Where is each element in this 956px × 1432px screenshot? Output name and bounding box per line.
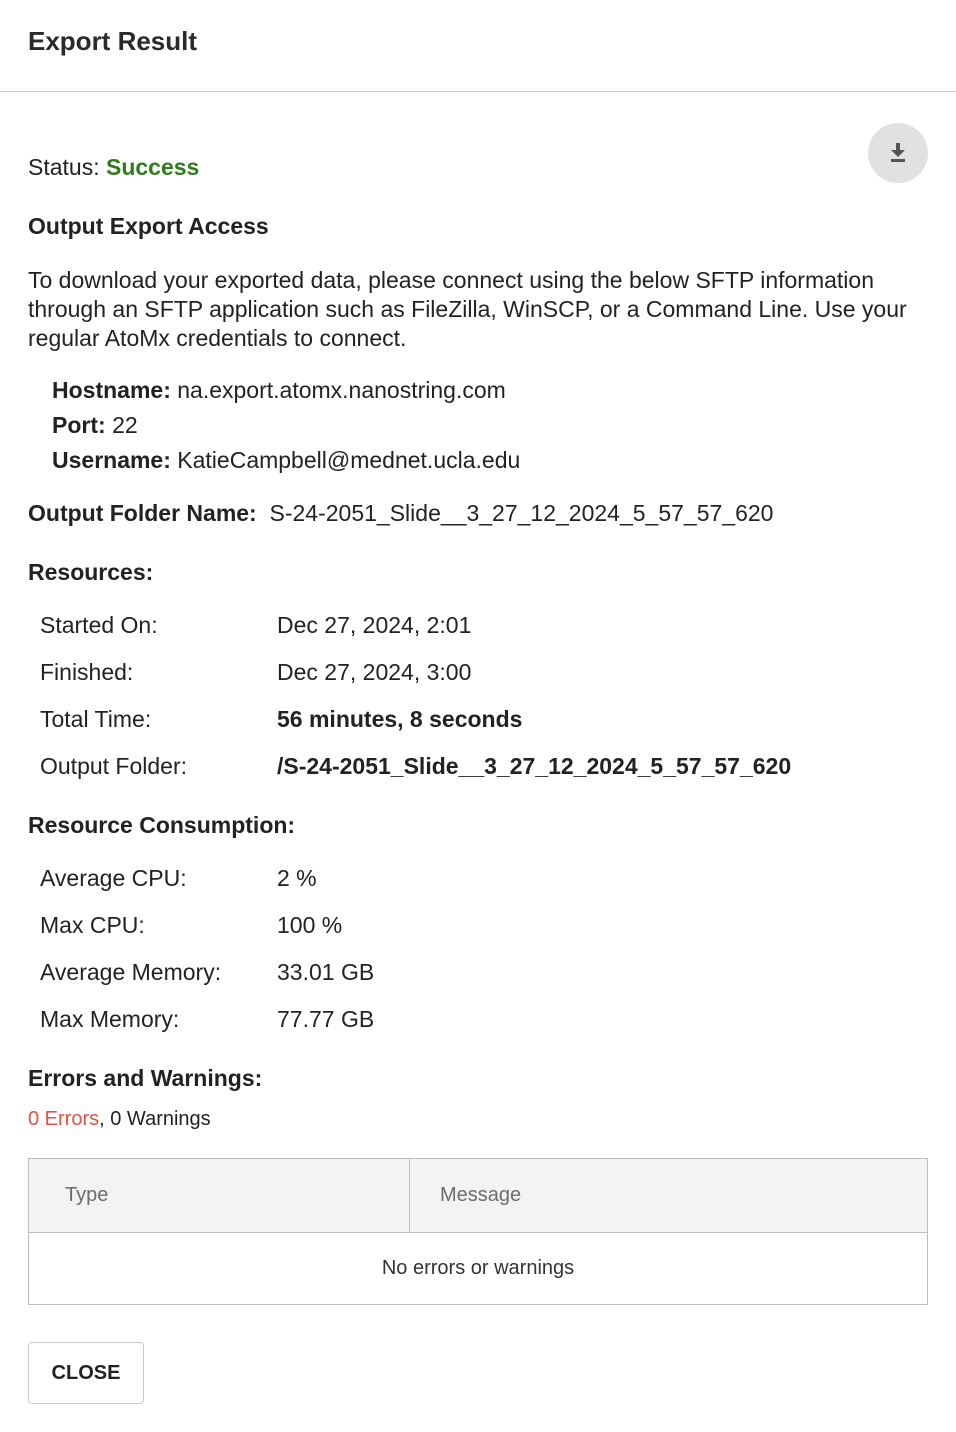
column-header-message[interactable]: Message	[409, 1158, 928, 1233]
consumption-heading: Resource Consumption:	[28, 812, 296, 838]
username-line: Username: KatieCampbell@mednet.ucla.edu	[52, 447, 520, 474]
consumption-value: 33.01 GB	[277, 959, 375, 985]
errors-summary: 0 Errors, 0 Warnings	[28, 1108, 211, 1131]
resources-heading: Resources:	[28, 559, 154, 585]
port-label: Port:	[52, 412, 106, 438]
consumption-label: Average Memory:	[40, 959, 222, 985]
consumption-label: Max CPU:	[40, 912, 145, 938]
resource-value: Dec 27, 2024, 3:00	[277, 659, 472, 685]
dialog-title: Export Result	[28, 26, 198, 56]
resource-label: Finished:	[40, 659, 134, 685]
errors-count[interactable]: 0 Errors	[28, 1108, 99, 1130]
column-header-type[interactable]: Type	[28, 1158, 410, 1233]
export-result-dialog: Export Result Status: Success Output Exp…	[0, 0, 956, 1432]
consumption-value: 2 %	[277, 865, 317, 891]
errors-heading: Errors and Warnings:	[28, 1065, 263, 1091]
resource-value: 56 minutes, 8 seconds	[277, 706, 523, 732]
hostname-value: na.export.atomx.nanostring.com	[177, 377, 506, 403]
port-value: 22	[112, 412, 138, 438]
access-heading: Output Export Access	[28, 213, 269, 239]
errors-table: Type Message No errors or warnings	[28, 1158, 928, 1305]
consumption-label: Max Memory:	[40, 1006, 180, 1032]
access-description: To download your exported data, please c…	[28, 267, 907, 351]
hostname-label: Hostname:	[52, 377, 171, 403]
download-button[interactable]	[868, 123, 928, 183]
resource-label: Started On:	[40, 612, 158, 638]
consumption-label: Average CPU:	[40, 865, 187, 891]
output-folder-value: S-24-2051_Slide__3_27_12_2024_5_57_57_62…	[269, 500, 774, 526]
close-button[interactable]: CLOSE	[28, 1342, 144, 1404]
status-label: Status:	[28, 154, 100, 180]
resource-label: Output Folder:	[40, 753, 188, 779]
consumption-value: 100 %	[277, 912, 343, 938]
status-value: Success	[106, 154, 200, 180]
table-header-row: Type Message	[28, 1158, 928, 1233]
table-row: No errors or warnings	[28, 1232, 928, 1305]
username-value: KatieCampbell@mednet.ucla.edu	[177, 447, 521, 473]
warnings-count: 0 Warnings	[110, 1108, 211, 1130]
output-folder-label: Output Folder Name:	[28, 500, 257, 526]
status-line: Status: Success	[28, 154, 199, 181]
dialog-header: Export Result	[0, 0, 956, 92]
download-icon	[887, 140, 909, 167]
hostname-line: Hostname: na.export.atomx.nanostring.com	[52, 377, 506, 404]
resource-label: Total Time:	[40, 706, 152, 732]
port-line: Port: 22	[52, 412, 138, 439]
resource-value: /S-24-2051_Slide__3_27_12_2024_5_57_57_6…	[277, 753, 792, 779]
output-folder-line: Output Folder Name: S-24-2051_Slide__3_2…	[28, 500, 773, 527]
empty-table-message: No errors or warnings	[28, 1232, 928, 1305]
resource-value: Dec 27, 2024, 2:01	[277, 612, 472, 638]
username-label: Username:	[52, 447, 171, 473]
consumption-value: 77.77 GB	[277, 1006, 375, 1032]
errors-separator: ,	[99, 1108, 111, 1130]
